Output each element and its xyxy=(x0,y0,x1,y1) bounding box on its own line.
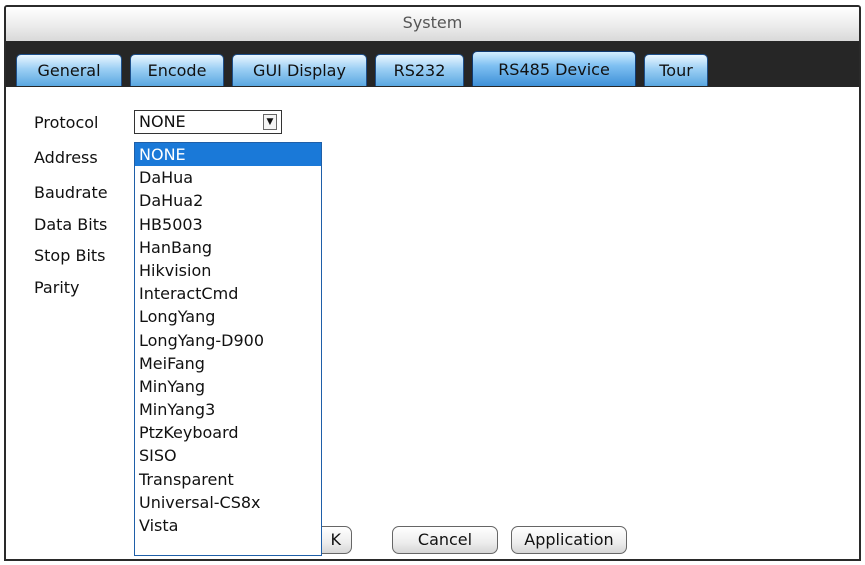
parity-label: Parity xyxy=(34,278,80,297)
tab-rs232[interactable]: RS232 xyxy=(375,54,464,86)
protocol-label: Protocol xyxy=(34,113,99,132)
system-dialog: System General Encode GUI Display RS232 … xyxy=(4,5,861,561)
baudrate-label: Baudrate xyxy=(34,183,108,202)
dropdown-option[interactable]: SISO xyxy=(135,444,321,467)
tab-bar: General Encode GUI Display RS232 RS485 D… xyxy=(6,41,859,87)
protocol-select-value: NONE xyxy=(139,112,186,131)
dropdown-option[interactable]: HanBang xyxy=(135,236,321,259)
dropdown-option[interactable]: Transparent xyxy=(135,468,321,491)
tab-gui-display[interactable]: GUI Display xyxy=(232,54,367,86)
dropdown-option[interactable]: Universal-CS8x xyxy=(135,491,321,514)
dropdown-option-none[interactable]: NONE xyxy=(135,143,321,167)
tab-general[interactable]: General xyxy=(16,54,122,86)
dropdown-option[interactable]: Vista xyxy=(135,514,321,537)
tab-tour[interactable]: Tour xyxy=(644,54,708,86)
dropdown-option[interactable]: DaHua2 xyxy=(135,189,321,212)
dropdown-option[interactable]: MinYang xyxy=(135,375,321,398)
dropdown-option[interactable]: PtzKeyboard xyxy=(135,421,321,444)
dropdown-option[interactable]: DaHua xyxy=(135,166,321,189)
rs485-settings-panel: Protocol Address Baudrate Data Bits Stop… xyxy=(6,87,859,559)
dialog-title: System xyxy=(6,7,859,41)
protocol-select[interactable]: NONE ▼ xyxy=(134,110,282,134)
dropdown-option[interactable]: HB5003 xyxy=(135,213,321,236)
dropdown-option[interactable]: LongYang xyxy=(135,305,321,328)
address-label: Address xyxy=(34,148,98,167)
protocol-dropdown-list[interactable]: NONE DaHua DaHua2 HB5003 HanBang Hikvisi… xyxy=(134,142,322,556)
dropdown-option[interactable]: MinYang3 xyxy=(135,398,321,421)
data-bits-label: Data Bits xyxy=(34,215,108,234)
dropdown-option[interactable]: InteractCmd xyxy=(135,282,321,305)
chevron-down-icon[interactable]: ▼ xyxy=(263,114,277,130)
dropdown-option[interactable]: Hikvision xyxy=(135,259,321,282)
tab-rs485-device[interactable]: RS485 Device xyxy=(472,51,636,86)
application-button[interactable]: Application xyxy=(511,526,627,554)
dropdown-option[interactable]: LongYang-D900 xyxy=(135,329,321,352)
stop-bits-label: Stop Bits xyxy=(34,246,106,265)
cancel-button[interactable]: Cancel xyxy=(392,526,498,554)
dropdown-option[interactable]: MeiFang xyxy=(135,352,321,375)
tab-encode[interactable]: Encode xyxy=(130,54,224,86)
